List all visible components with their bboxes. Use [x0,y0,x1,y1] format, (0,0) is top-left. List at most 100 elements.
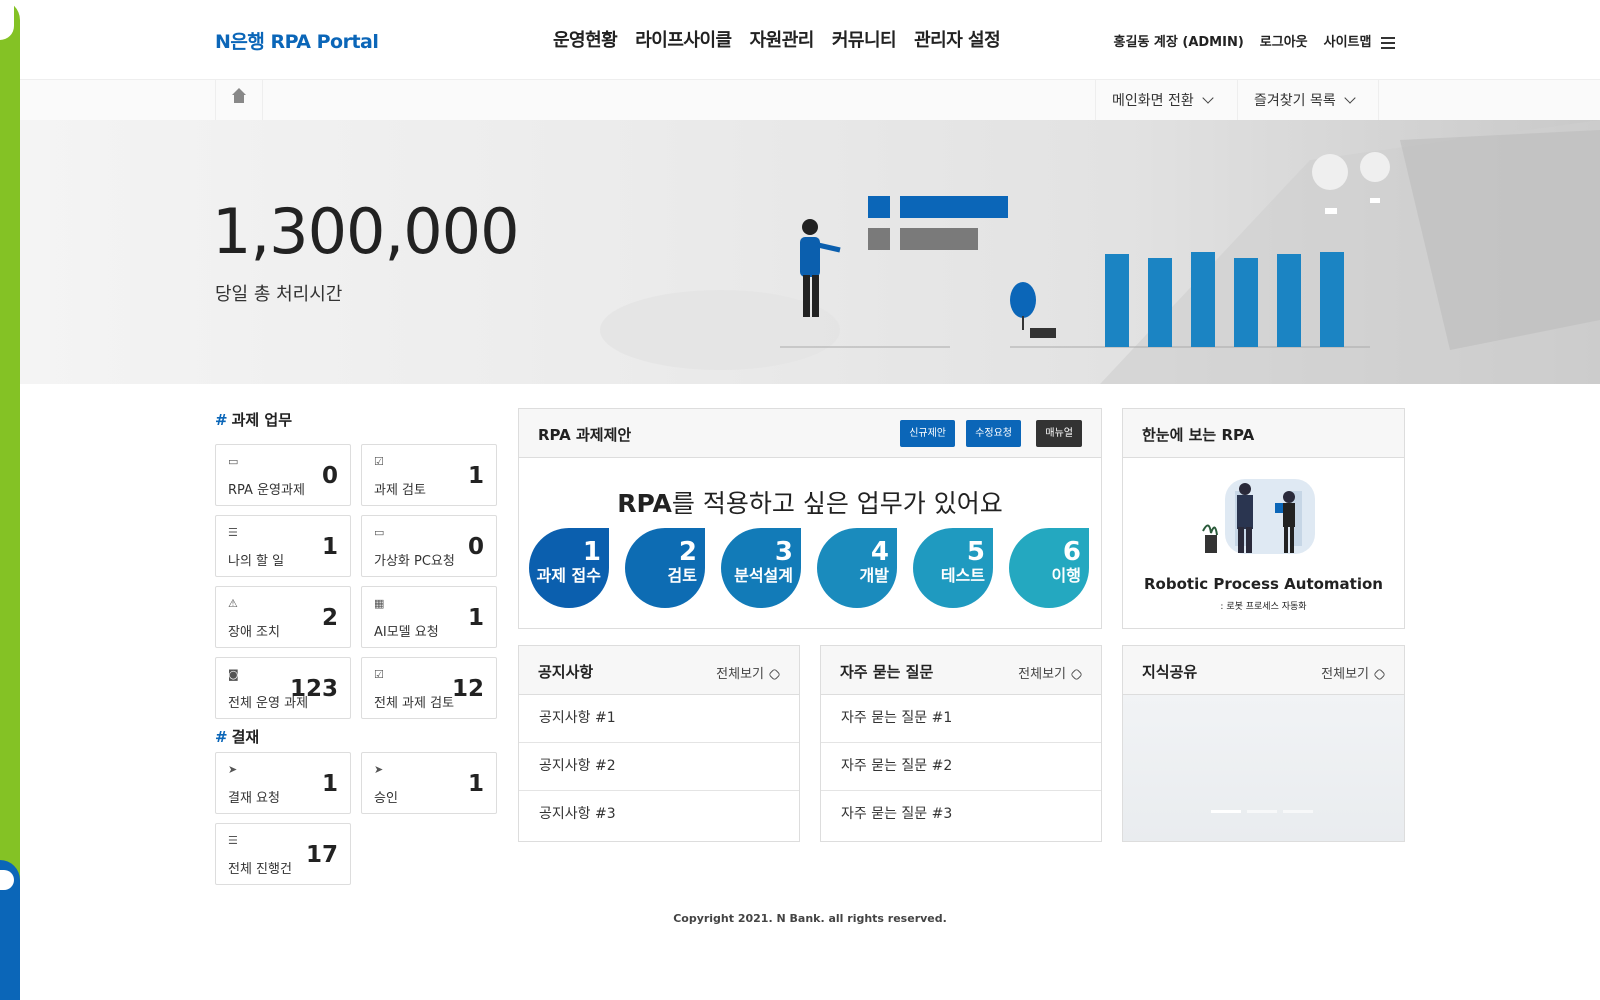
user-utility: 홍길동 계장 (ADMIN) 로그아웃 사이트맵 [1114,31,1395,50]
logout-link[interactable]: 로그아웃 [1260,31,1308,50]
step-number: 2 [678,537,697,567]
list-icon: ☰ [228,526,238,539]
business-people-illustration [1202,479,1315,554]
footer-copyright: Copyright 2021. N Bank. all rights reser… [673,912,947,925]
rpa-overview-caption: Robotic Process Automation [1144,575,1383,593]
sitemap-link[interactable]: 사이트맵 [1324,31,1395,50]
faq-header: 자주 묻는 질문 전체보기 [821,646,1101,695]
new-proposal-button[interactable]: 신규제안 [900,420,955,447]
monitor-icon: ▭ [374,526,385,539]
view-all-label: 전체보기 [716,667,764,682]
task-tile-label: 나의 할 일 [228,554,285,569]
step-bubble[interactable]: 4 개발 [817,528,897,608]
faq-item[interactable]: 자주 묻는 질문 #2 [821,743,1101,791]
nav-item-community[interactable]: 커뮤니티 [832,26,897,52]
task-tile-label: 가상화 PC요청 [374,554,455,569]
task-tile-all-reviews[interactable]: ☑ 전체 과제 검토 12 [361,657,497,719]
link-icon [1070,668,1083,681]
approval-tile-approve[interactable]: ➤ 승인 1 [361,752,497,814]
task-tile-label: 전체 과제 검토 [374,696,455,711]
send-approve-icon: ➤ [374,763,384,776]
step-bubble[interactable]: 2 검토 [625,528,705,608]
nav-item-status[interactable]: 운영현황 [553,26,618,52]
notice-item[interactable]: 공지사항 #1 [519,695,799,743]
notice-title: 공지사항 [538,663,594,681]
step-bubble[interactable]: 6 이행 [1009,528,1089,608]
proposal-headline-text: 를 적용하고 싶은 업무가 있어요 [671,489,1003,518]
favorites-dropdown[interactable]: 즐겨찾기 목록 [1237,80,1379,120]
rpa-overview-title: 한눈에 보는 RPA [1142,426,1255,444]
approval-tile-in-progress[interactable]: ☰ 전체 진행건 17 [215,823,351,885]
grid-icon: ▦ [374,597,385,610]
task-tile-rpa-operation[interactable]: ▭ RPA 운영과제 0 [215,444,351,506]
approval-tile-label: 전체 진행건 [228,862,292,877]
step-number: 4 [870,537,889,567]
knowledge-title: 지식공유 [1142,663,1198,681]
chevron-down-icon [1202,91,1214,104]
task-tile-value: 12 [451,676,484,702]
rpa-overview-header: 한눈에 보는 RPA [1123,409,1404,458]
task-tile-value: 1 [321,534,338,560]
chevron-down-icon [1344,91,1356,104]
task-tile-review[interactable]: ☑ 과제 검토 1 [361,444,497,506]
step-label: 테스트 [940,566,985,585]
knowledge-view-all[interactable]: 전체보기 [1321,663,1386,682]
tasks-section-title: # 과제 업무 [215,409,292,430]
rpa-overview-subcaption: : 로봇 프로세스 자동화 [1220,602,1307,612]
top-header: N은행 RPA Portal 운영현황 라이프사이클 자원관리 커뮤니티 관리자… [20,0,1600,80]
faq-item[interactable]: 자주 묻는 질문 #1 [821,695,1101,743]
task-tile-virtual-pc[interactable]: ▭ 가상화 PC요청 0 [361,515,497,577]
step-bubble[interactable]: 5 테스트 [913,528,993,608]
warning-icon: ⚠ [228,597,238,610]
approval-tile-value: 17 [305,842,338,868]
step-number: 1 [582,537,601,567]
task-tile-my-todo[interactable]: ☰ 나의 할 일 1 [215,515,351,577]
notice-item[interactable]: 공지사항 #2 [519,743,799,791]
home-button[interactable] [215,80,263,120]
proposal-headline-bold: RPA [617,489,672,518]
proposal-panel: RPA 과제제안 신규제안 수정요청 매뉴얼 RPA를 적용하고 싶은 업무가 … [518,408,1102,629]
step-label: 분석설계 [734,566,793,585]
approval-tile-label: 결재 요청 [228,791,280,806]
carousel-indicator[interactable] [1247,810,1277,813]
faq-item[interactable]: 자주 묻는 질문 #3 [821,791,1101,839]
step-label: 검토 [667,566,697,585]
manual-button[interactable]: 매뉴얼 [1036,420,1082,447]
task-tile-value: 1 [467,463,484,489]
step-label: 이행 [1051,566,1081,585]
task-tile-all-operations[interactable]: ◙ 전체 운영 과제 123 [215,657,351,719]
nav-item-resources[interactable]: 자원관리 [750,26,815,52]
logo[interactable]: N은행 RPA Portal [215,27,379,54]
approval-tile-value: 1 [467,771,484,797]
approval-tile-label: 승인 [374,791,398,806]
carousel-indicator[interactable] [1211,810,1241,813]
proposal-headline: RPA를 적용하고 싶은 업무가 있어요 [519,484,1101,520]
task-tile-incident[interactable]: ⚠ 장애 조치 2 [215,586,351,648]
notice-item[interactable]: 공지사항 #3 [519,791,799,839]
notice-view-all[interactable]: 전체보기 [716,663,781,682]
step-bubble[interactable]: 1 과제 접수 [529,528,609,608]
calendar-icon: ▭ [228,455,239,468]
sub-bar: 메인화면 전환 즐겨찾기 목록 [20,80,1600,120]
nav-item-admin[interactable]: 관리자 설정 [914,26,1001,52]
task-tile-ai-model[interactable]: ▦ AI모델 요청 1 [361,586,497,648]
favorites-label: 즐겨찾기 목록 [1254,93,1336,109]
task-tile-label: 과제 검토 [374,483,426,498]
main-switch-dropdown[interactable]: 메인화면 전환 [1095,80,1237,120]
knowledge-panel: 지식공유 전체보기 [1122,645,1405,842]
step-label: 개발 [859,566,889,585]
modify-request-button[interactable]: 수정요청 [966,420,1021,447]
step-bubble[interactable]: 3 분석설계 [721,528,801,608]
faq-title: 자주 묻는 질문 [840,663,934,681]
approval-tile-value: 1 [321,771,338,797]
knowledge-carousel [1123,695,1404,841]
main-nav: 운영현황 라이프사이클 자원관리 커뮤니티 관리자 설정 [553,26,1001,52]
send-icon: ➤ [228,763,238,776]
faq-view-all[interactable]: 전체보기 [1018,663,1083,682]
step-number: 5 [966,537,985,567]
notice-header: 공지사항 전체보기 [519,646,799,695]
carousel-indicator[interactable] [1283,810,1313,813]
nav-item-lifecycle[interactable]: 라이프사이클 [635,26,732,52]
list-icon: ☰ [228,834,238,847]
approval-tile-request[interactable]: ➤ 결재 요청 1 [215,752,351,814]
